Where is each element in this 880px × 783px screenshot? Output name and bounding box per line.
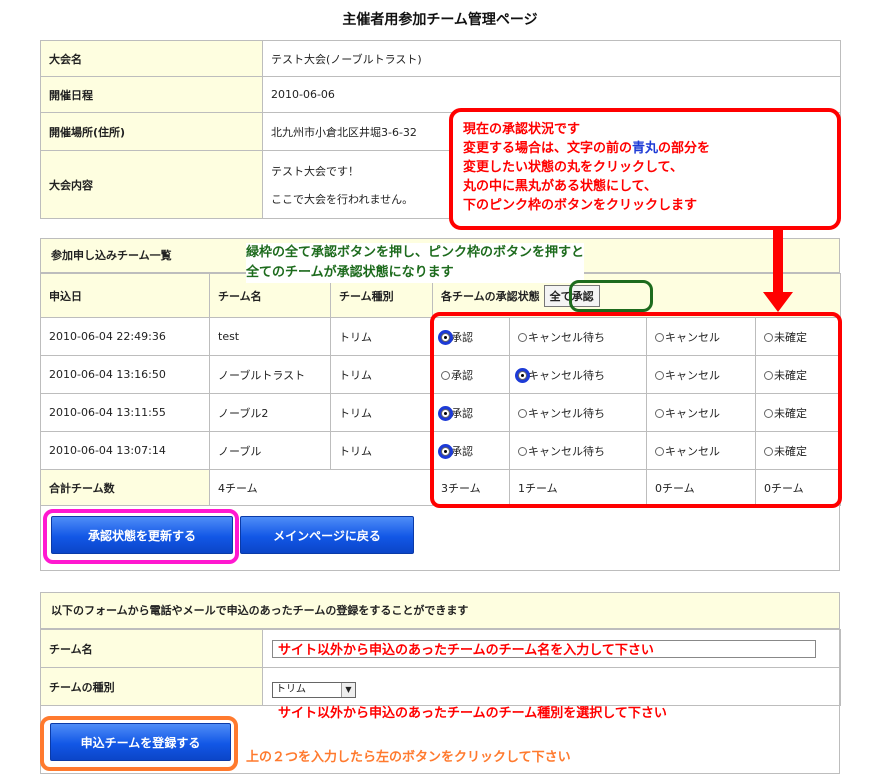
team-type: トリム xyxy=(330,317,433,356)
arrow-head-icon xyxy=(763,292,793,312)
team-type: トリム xyxy=(330,431,433,470)
team-type: トリム xyxy=(330,393,433,432)
annotation-green-frame xyxy=(569,280,653,312)
team-type-select[interactable]: トリム ▼ xyxy=(272,682,356,698)
team-name-label: チーム名 xyxy=(40,629,263,668)
annotation-status-explanation: 現在の承認状況です 変更する場合は、文字の前の青丸の部分を 変更したい状態の丸を… xyxy=(449,108,841,230)
team-type-label: チームの種別 xyxy=(40,667,263,706)
annotation-hint-type: サイト以外から申込のあったチームのチーム種別を選択して下さい xyxy=(278,706,667,721)
info-label: 大会名 xyxy=(40,40,263,77)
annotation-line: 下のピンク枠のボタンをクリックします xyxy=(463,198,698,213)
annotation-line: 丸の中に黒丸がある状態にして、 xyxy=(463,179,657,194)
annotation-red-frame xyxy=(430,312,842,508)
team-type-selected: トリム xyxy=(276,684,306,695)
team-date: 2010-06-04 13:07:14 xyxy=(40,431,210,470)
team-date: 2010-06-04 22:49:36 xyxy=(40,317,210,356)
annotation-line: 現在の承認状況です xyxy=(463,122,581,137)
annotation-orange-frame xyxy=(40,716,238,771)
info-row: 大会名 テスト大会(ノーブルトラスト) xyxy=(40,40,841,77)
page-title: 主催者用参加チーム管理ページ xyxy=(342,12,538,28)
team-type: トリム xyxy=(330,355,433,394)
annotation-magenta-frame xyxy=(43,509,239,564)
annotation-line: 変更したい状態の丸をクリックして、 xyxy=(463,160,683,175)
team-name: ノーブル2 xyxy=(209,393,331,432)
team-date: 2010-06-04 13:11:55 xyxy=(40,393,210,432)
info-label: 開催日程 xyxy=(40,76,263,113)
arrow-down-icon xyxy=(773,230,783,294)
back-to-main-button[interactable]: メインページに戻る xyxy=(240,516,414,554)
total-count: 4チーム xyxy=(209,469,433,506)
annotation-hint-register: 上の２つを入力したら左のボタンをクリックして下さい xyxy=(246,750,571,765)
annotation-line: 変更する場合は、文字の前の青丸の部分を xyxy=(463,141,711,156)
team-date: 2010-06-04 13:16:50 xyxy=(40,355,210,394)
info-label: 開催場所(住所) xyxy=(40,112,263,151)
team-name: ノーブル xyxy=(209,431,331,470)
header-date: 申込日 xyxy=(40,273,210,318)
register-row: チームの種別 xyxy=(40,667,841,706)
annotation-approve-all: 緑枠の全て承認ボタンを押し、ピンク枠のボタンを押すと 全てのチームが承認状態にな… xyxy=(246,243,585,283)
info-value: テスト大会(ノーブルトラスト) xyxy=(262,40,841,77)
register-section-title: 以下のフォームから電話やメールで申込のあったチームの登録をすることができます xyxy=(41,593,839,629)
total-label: 合計チーム数 xyxy=(40,469,210,506)
team-name: test xyxy=(209,317,331,356)
annotation-hint-name: サイト以外から申込のあったチームのチーム名を入力して下さい xyxy=(278,643,654,658)
info-label: 大会内容 xyxy=(40,150,263,219)
team-name: ノーブルトラスト xyxy=(209,355,331,394)
chevron-down-icon: ▼ xyxy=(341,683,355,697)
